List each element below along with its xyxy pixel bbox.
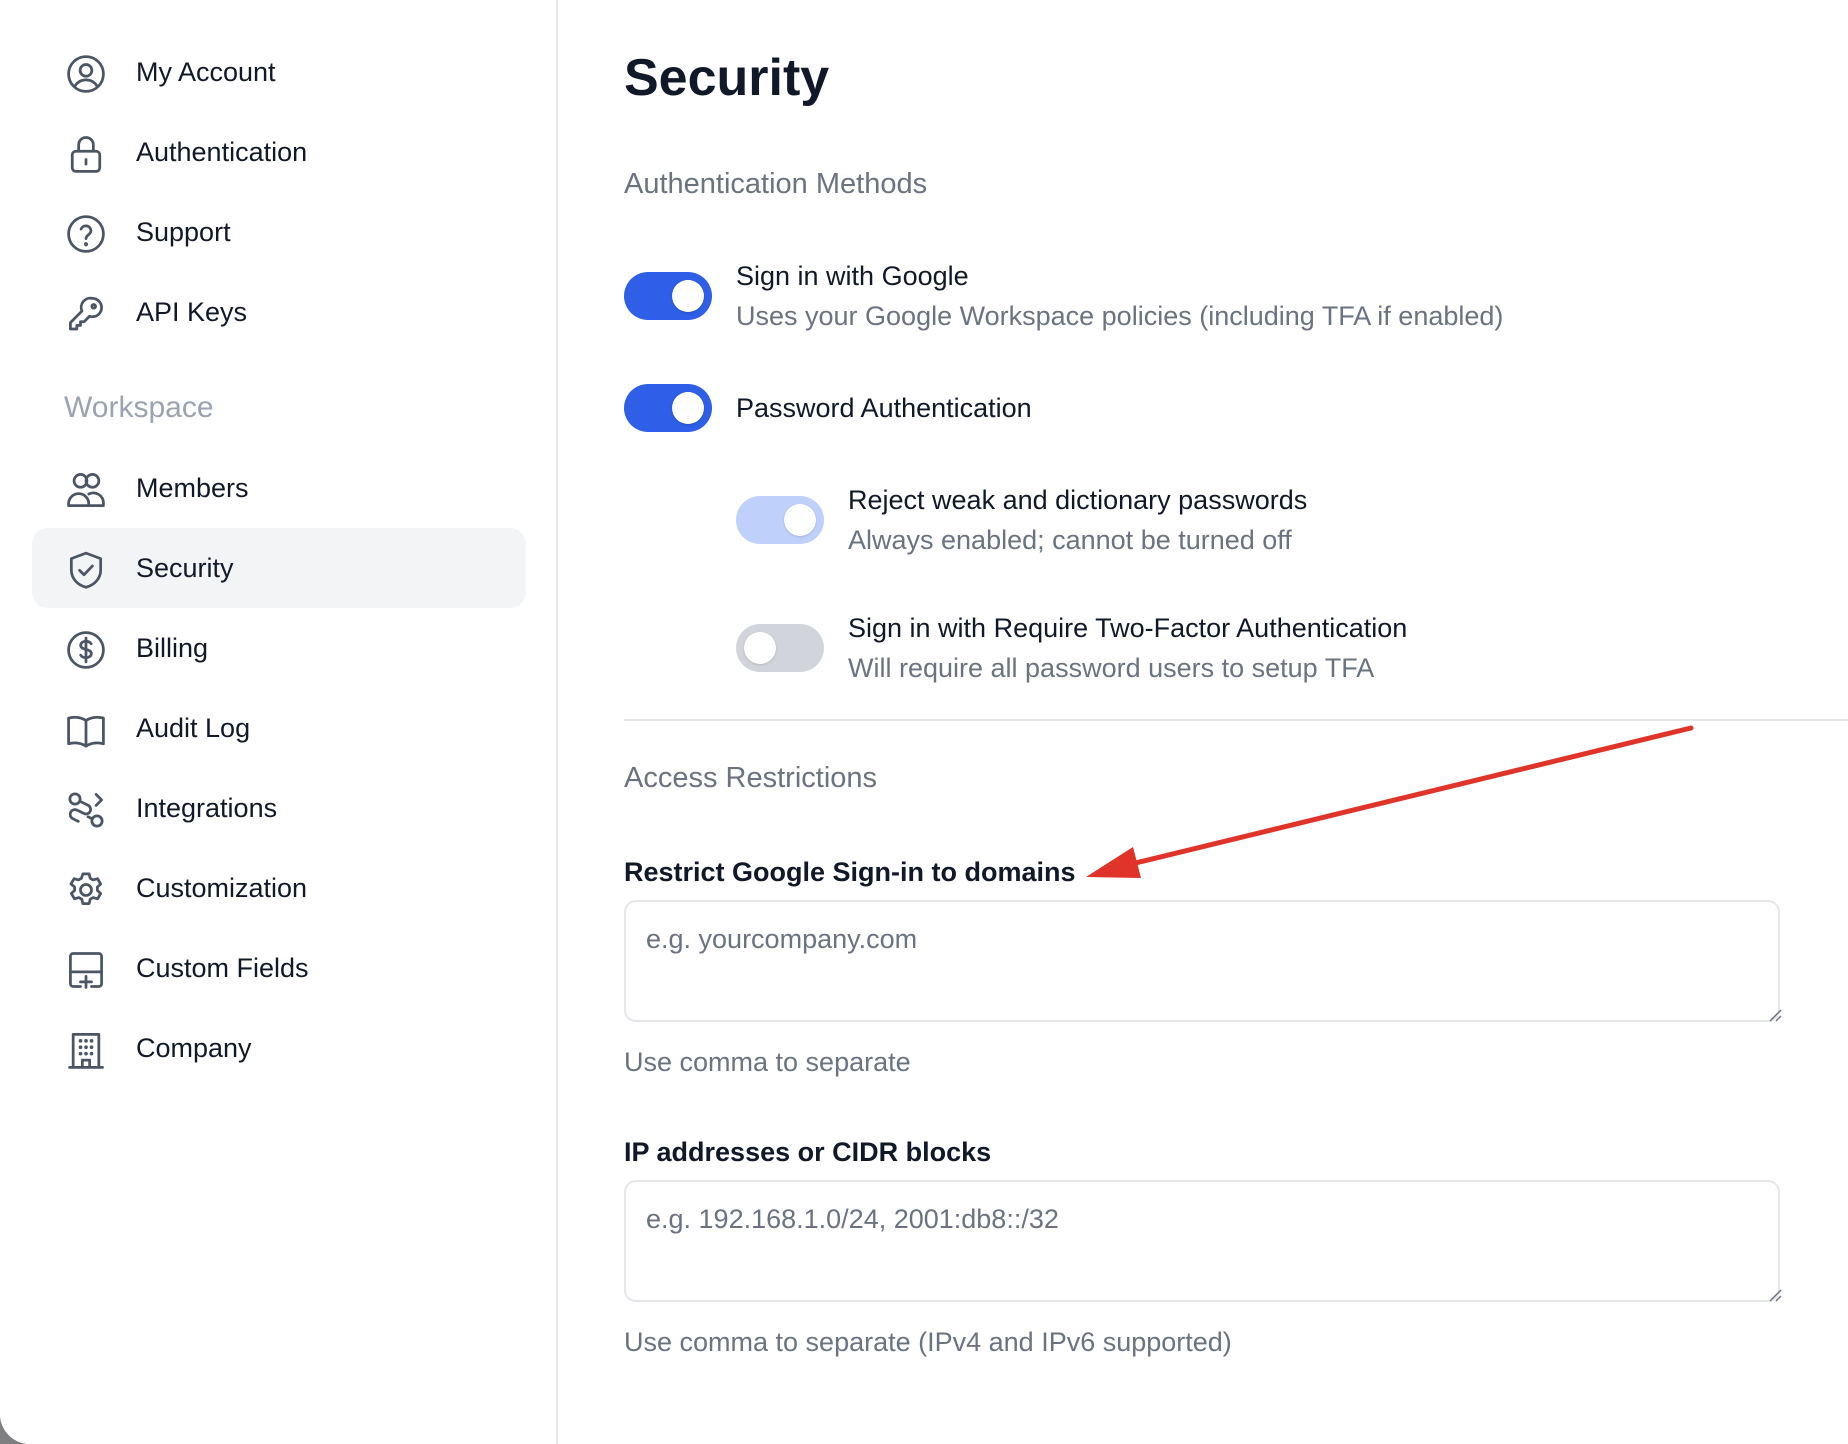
toggle-require-tfa[interactable]: [736, 624, 824, 672]
field-label-ips: IP addresses or CIDR blocks: [624, 1137, 992, 1167]
security-settings-panel: Security Authentication Methods Sign in …: [558, 0, 1848, 1444]
sidebar-item-label: Custom Fields: [136, 953, 309, 983]
custom-fields-icon: [64, 948, 108, 992]
sidebar-item-billing[interactable]: Billing: [32, 608, 526, 688]
domains-input[interactable]: [624, 900, 1780, 1022]
toggle-knob: [744, 632, 776, 664]
sidebar-item-label: Security: [136, 553, 234, 583]
sidebar-item-label: Company: [136, 1033, 252, 1063]
sidebar-item-security[interactable]: Security: [32, 528, 526, 608]
app-window: My Account Authentication Support API Ke…: [0, 0, 1848, 1444]
shield-check-icon: [64, 548, 108, 592]
sidebar-item-company[interactable]: Company: [32, 1008, 526, 1088]
toggle-reject-weak-passwords: [736, 496, 824, 544]
toggle-password-auth[interactable]: [624, 384, 712, 432]
hint-domains: Use comma to separate: [624, 1047, 911, 1077]
field-label-domains: Restrict Google Sign-in to domains: [624, 857, 1076, 887]
question-circle-icon: [64, 212, 108, 256]
resize-grip-icon[interactable]: [1766, 1006, 1782, 1022]
option-desc-weak-passwords: Always enabled; cannot be turned off: [848, 525, 1292, 555]
sidebar-section-workspace: Workspace: [64, 391, 214, 424]
toggle-knob: [784, 504, 816, 536]
sidebar-item-label: Integrations: [136, 793, 278, 823]
sidebar-item-label: Audit Log: [136, 713, 251, 743]
option-title-password: Password Authentication: [736, 393, 1032, 423]
sidebar-item-label: Customization: [136, 873, 308, 903]
section-heading-auth-methods: Authentication Methods: [624, 168, 928, 200]
lock-icon: [64, 132, 108, 176]
sidebar-item-api-keys[interactable]: API Keys: [32, 272, 526, 352]
sidebar-item-label: API Keys: [136, 297, 248, 327]
user-circle-icon: [64, 52, 108, 96]
key-icon: [64, 292, 108, 336]
sidebar-item-integrations[interactable]: Integrations: [32, 768, 526, 848]
sidebar-item-custom-fields[interactable]: Custom Fields: [32, 928, 526, 1008]
toggle-google-signin[interactable]: [624, 272, 712, 320]
option-desc-require-tfa: Will require all password users to setup…: [848, 653, 1375, 683]
users-icon: [64, 468, 108, 512]
sidebar-item-members[interactable]: Members: [32, 448, 526, 528]
resize-grip-icon[interactable]: [1766, 1286, 1782, 1302]
sidebar-item-customization[interactable]: Customization: [32, 848, 526, 928]
toggle-knob: [672, 280, 704, 312]
page-title: Security: [624, 49, 830, 107]
dollar-circle-icon: [64, 628, 108, 672]
option-title-google: Sign in with Google: [736, 261, 969, 291]
sidebar-item-authentication[interactable]: Authentication: [32, 112, 526, 192]
hint-ips: Use comma to separate (IPv4 and IPv6 sup…: [624, 1327, 1232, 1357]
settings-sidebar: My Account Authentication Support API Ke…: [0, 0, 558, 1444]
option-title-require-tfa: Sign in with Require Two-Factor Authenti…: [848, 613, 1408, 643]
toggle-knob: [672, 392, 704, 424]
building-icon: [64, 1028, 108, 1072]
option-desc-google: Uses your Google Workspace policies (inc…: [736, 301, 1504, 331]
sidebar-item-support[interactable]: Support: [32, 192, 526, 272]
sidebar-item-my-account[interactable]: My Account: [32, 32, 526, 112]
sidebar-item-label: My Account: [136, 57, 276, 87]
section-heading-access-restrictions: Access Restrictions: [624, 762, 878, 794]
sidebar-item-label: Support: [136, 217, 231, 247]
integrations-icon: [64, 788, 108, 832]
ip-cidr-input[interactable]: [624, 1180, 1780, 1302]
sidebar-item-label: Members: [136, 473, 249, 503]
sidebar-item-label: Authentication: [136, 137, 308, 167]
book-open-icon: [64, 708, 108, 752]
sidebar-item-label: Billing: [136, 633, 209, 663]
sidebar-item-audit-log[interactable]: Audit Log: [32, 688, 526, 768]
option-title-weak-passwords: Reject weak and dictionary passwords: [848, 485, 1308, 515]
section-divider: [624, 719, 1848, 721]
gear-icon: [64, 868, 108, 912]
